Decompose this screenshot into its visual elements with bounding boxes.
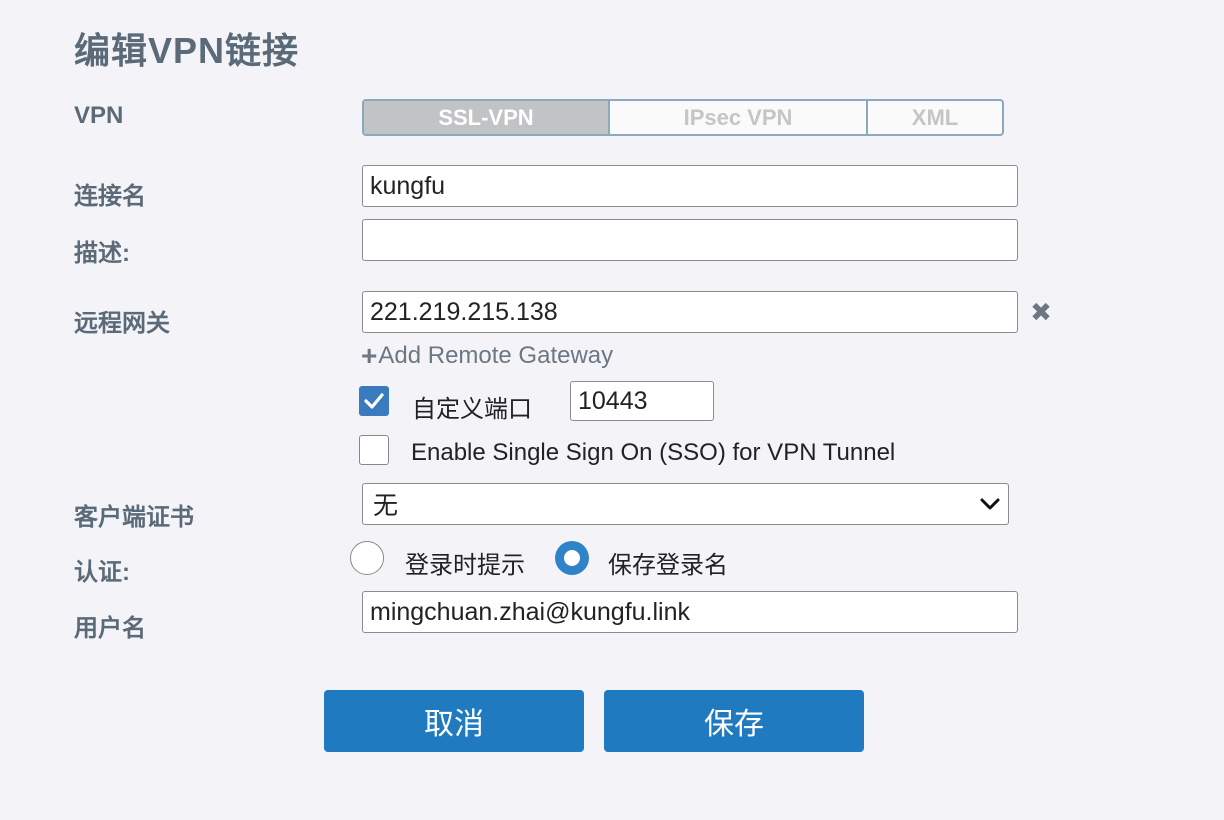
sso-checkbox[interactable] xyxy=(359,435,389,465)
cancel-button[interactable]: 取消 xyxy=(324,690,584,752)
connection-name-value: kungfu xyxy=(370,171,446,200)
auth-prompt-label: 登录时提示 xyxy=(405,552,525,579)
remote-gateway-input[interactable]: 221.219.215.138 xyxy=(362,291,1018,333)
custom-port-label: 自定义端口 xyxy=(412,396,532,423)
vpn-option-ipsec[interactable]: IPsec VPN xyxy=(610,101,868,134)
vpn-label: VPN xyxy=(74,102,124,129)
auth-label: 认证: xyxy=(74,559,130,586)
custom-port-checkbox[interactable] xyxy=(359,386,389,416)
connection-name-input[interactable]: kungfu xyxy=(362,165,1018,207)
vpn-option-ssl[interactable]: SSL-VPN xyxy=(364,101,610,134)
connection-name-label: 连接名 xyxy=(74,183,146,210)
username-label: 用户名 xyxy=(74,615,146,642)
checkmark-icon xyxy=(364,393,384,409)
save-button[interactable]: 保存 xyxy=(604,690,864,752)
custom-port-value: 10443 xyxy=(578,386,648,415)
auth-save-login-radio[interactable] xyxy=(555,541,589,575)
custom-port-input[interactable]: 10443 xyxy=(570,381,714,421)
sso-label: Enable Single Sign On (SSO) for VPN Tunn… xyxy=(411,439,896,466)
plus-icon: + xyxy=(361,340,378,371)
page-title: 编辑VPN链接 xyxy=(74,30,300,71)
vpn-type-segmented-control: SSL-VPN IPsec VPN XML xyxy=(362,99,1004,136)
client-cert-label: 客户端证书 xyxy=(74,504,194,531)
remote-gateway-label: 远程网关 xyxy=(74,310,170,337)
add-remote-gateway-link[interactable]: + Add Remote Gateway xyxy=(361,340,613,372)
auth-save-login-label: 保存登录名 xyxy=(608,552,728,579)
client-cert-select[interactable]: 无 xyxy=(362,483,1009,525)
username-value: mingchuan.zhai@kungfu.link xyxy=(370,597,691,626)
chevron-down-icon xyxy=(980,498,1000,510)
vpn-option-xml[interactable]: XML xyxy=(868,101,1002,134)
description-label: 描述: xyxy=(74,240,130,267)
close-icon[interactable]: ✖ xyxy=(1029,299,1053,325)
client-cert-value: 无 xyxy=(373,492,399,520)
auth-prompt-radio[interactable] xyxy=(350,541,384,575)
radio-dot xyxy=(564,550,580,566)
description-input[interactable] xyxy=(362,219,1018,261)
remote-gateway-value: 221.219.215.138 xyxy=(370,297,558,326)
add-remote-gateway-label: Add Remote Gateway xyxy=(378,342,614,369)
username-input[interactable]: mingchuan.zhai@kungfu.link xyxy=(362,591,1018,633)
